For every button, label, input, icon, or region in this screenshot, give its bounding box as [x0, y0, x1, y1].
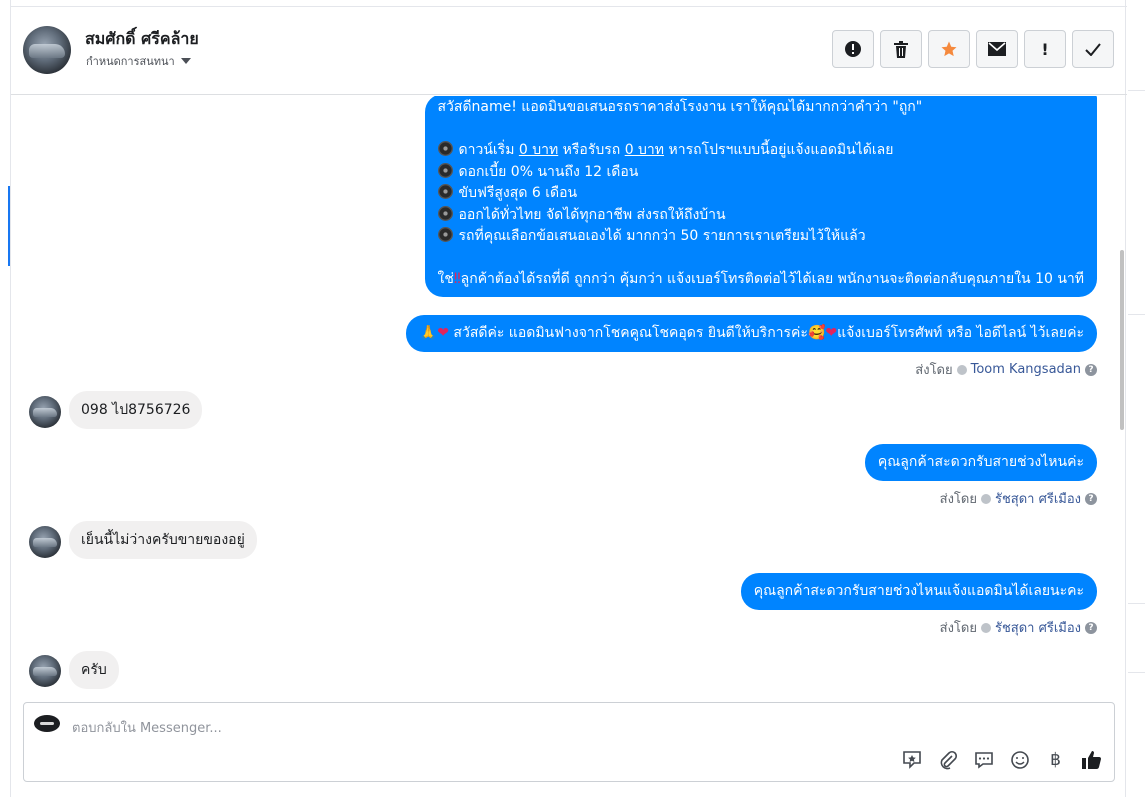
side-divider: [1128, 314, 1145, 315]
incoming-message[interactable]: 098 ไป8756726: [69, 391, 203, 429]
page-badge-icon: [980, 493, 991, 504]
promo-line: สวัสดีname! แอดมินขอเสนอรถราคาส่งโรงงาน …: [437, 99, 923, 115]
promo-line: รถที่คุณเลือกข้อเสนอเองได้ มากกว่า 50 รา…: [437, 226, 1085, 248]
contact-avatar[interactable]: [23, 26, 71, 74]
reply-composer: ตอบกลับใน Messenger... ฿: [23, 702, 1115, 782]
page-badge-icon: [980, 622, 991, 633]
scrollbar-thumb[interactable]: [1120, 250, 1124, 430]
checkmark-icon: [1085, 42, 1101, 56]
header-toolbar: !: [832, 30, 1114, 68]
sticker-icon: [902, 750, 921, 769]
contact-avatar-small[interactable]: [29, 526, 61, 558]
incoming-message[interactable]: เย็นนี้ไม่ว่างครับขายของอยู่: [69, 521, 257, 559]
steering-wheel-icon: [437, 162, 453, 178]
promo-line: ขับฟรีสูงสุด 6 เดือน: [437, 183, 1085, 205]
contact-avatar-small[interactable]: [29, 655, 61, 687]
side-divider: [1128, 603, 1145, 604]
promo-line: ดาวน์เริ่ม 0 บาท หรือรับรถ 0 บาท หารถโปร…: [437, 140, 1085, 162]
side-divider: [1128, 90, 1145, 91]
double-exclamation-icon: ‼: [453, 271, 461, 287]
heart-icon: ❤: [825, 325, 838, 341]
paperclip-icon: [940, 750, 957, 769]
conversation-header: สมศักดิ์ ศรีคล้าย กำหนดการสนทนา !: [11, 7, 1127, 95]
thumbs-up-icon: [1082, 751, 1101, 769]
sent-by-meta: ส่งโดย รัชสุดา ศรีเมือง ?: [940, 617, 1097, 638]
sent-by-meta: ส่งโดย รัชสุดา ศรีเมือง ?: [940, 488, 1097, 509]
emoji-button[interactable]: [1009, 749, 1030, 770]
star-button[interactable]: [928, 30, 970, 68]
sticker-button[interactable]: [901, 749, 922, 770]
mail-icon: [988, 42, 1006, 56]
steering-wheel-icon: [437, 205, 453, 221]
star-icon: [941, 41, 957, 57]
message-thread: สวัสดีname! แอดมินขอเสนอรถราคาส่งโรงงาน …: [11, 96, 1127, 696]
heart-icon: ❤: [437, 325, 449, 341]
reply-input[interactable]: ตอบกลับใน Messenger...: [72, 717, 222, 738]
mark-spam-button[interactable]: [832, 30, 874, 68]
smiling-face-hearts-icon: 🥰: [807, 325, 826, 341]
page-logo-icon: [34, 715, 60, 732]
payment-button[interactable]: ฿: [1045, 749, 1066, 770]
attach-button[interactable]: [937, 749, 958, 770]
smiley-icon: [1010, 750, 1029, 769]
sender-name[interactable]: Toom Kangsadan: [971, 362, 1081, 377]
active-indicator: [8, 186, 10, 266]
outgoing-message[interactable]: คุณลูกค้าสะดวกรับสายช่วงไหนค่ะ: [864, 444, 1097, 481]
saved-replies-button[interactable]: [973, 749, 994, 770]
promo-line: ดอกเบี้ย 0% นานถึง 12 เดือน: [437, 162, 1085, 184]
like-button[interactable]: [1081, 749, 1102, 770]
sender-name[interactable]: รัชสุดา ศรีเมือง: [995, 488, 1081, 509]
mark-done-button[interactable]: [1072, 30, 1114, 68]
outgoing-message-promo[interactable]: สวัสดีname! แอดมินขอเสนอรถราคาส่งโรงงาน …: [424, 96, 1097, 297]
contact-avatar-small[interactable]: [29, 396, 61, 428]
page-badge-icon: [956, 364, 967, 375]
steering-wheel-icon: [437, 227, 453, 242]
promo-line: ใช่‼ลูกค้าต้องได้รถที่ดี ถูกกว่า คุ้มกว่…: [437, 271, 1085, 287]
sent-by-meta: ส่งโดย Toom Kangsadan ?: [915, 359, 1097, 380]
trash-icon: [894, 40, 908, 58]
pray-emoji-icon: 🙏: [419, 325, 438, 341]
exclamation-icon: !: [1041, 39, 1049, 59]
incoming-message[interactable]: ครับ: [69, 651, 119, 689]
steering-wheel-icon: [437, 184, 453, 199]
side-divider: [1128, 672, 1145, 673]
delete-button[interactable]: [880, 30, 922, 68]
baht-icon: ฿: [1050, 749, 1061, 770]
schedule-label: กำหนดการสนทนา: [86, 55, 175, 68]
help-icon[interactable]: ?: [1085, 621, 1097, 634]
composer-toolbar: ฿: [901, 749, 1102, 770]
help-icon[interactable]: ?: [1085, 363, 1097, 376]
outgoing-message-greeting[interactable]: 🙏❤ สวัสดีค่ะ แอดมินฟางจากโชคคูณโชคอุดร ย…: [405, 315, 1097, 352]
chat-bubble-icon: [974, 751, 993, 769]
promo-line: ออกได้ทั่วไทย จัดได้ทุกอาชีพ ส่งรถให้ถึง…: [437, 205, 1085, 227]
caret-down-icon: [180, 58, 191, 64]
important-button[interactable]: !: [1024, 30, 1066, 68]
conversation-schedule-dropdown[interactable]: กำหนดการสนทนา: [86, 52, 191, 70]
mark-unread-button[interactable]: [976, 30, 1018, 68]
outgoing-message[interactable]: คุณลูกค้าสะดวกรับสายช่วงไหนแจ้งแอดมินได้…: [740, 573, 1097, 610]
help-icon[interactable]: ?: [1085, 492, 1097, 505]
conversation-panel: สมศักดิ์ ศรีคล้าย กำหนดการสนทนา ! สวัสดี…: [8, 0, 1127, 797]
steering-wheel-icon: [437, 141, 453, 156]
sender-name[interactable]: รัชสุดา ศรีเมือง: [995, 617, 1081, 638]
alert-circle-icon: [845, 41, 861, 57]
contact-name[interactable]: สมศักดิ์ ศรีคล้าย: [85, 27, 199, 52]
